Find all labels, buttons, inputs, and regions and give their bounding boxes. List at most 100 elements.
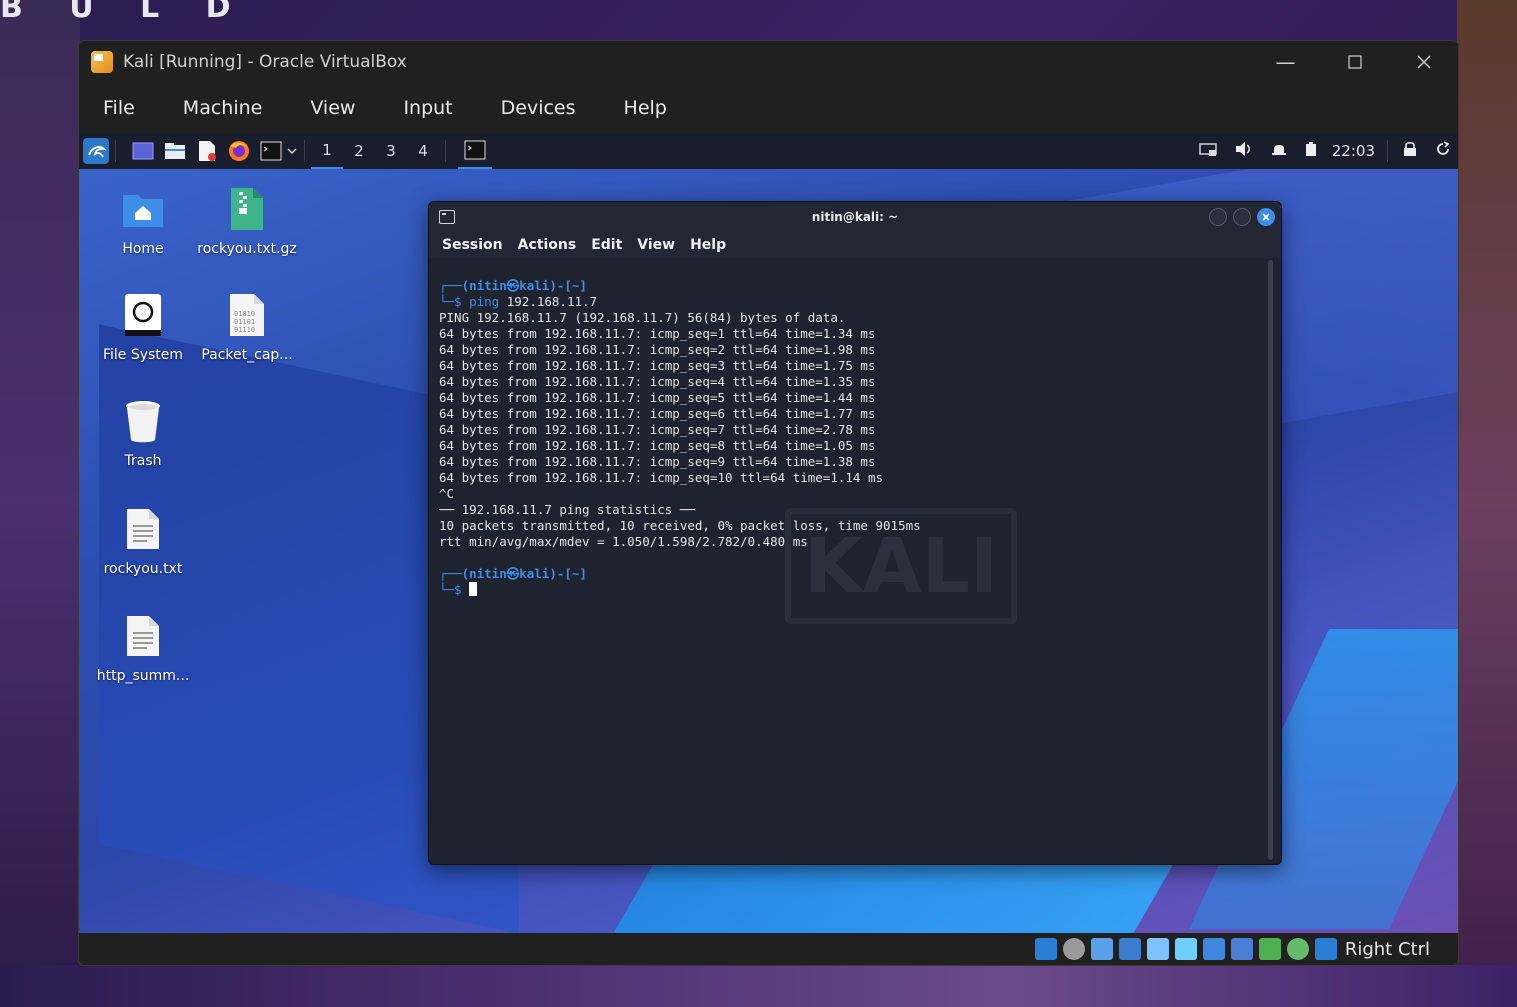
text-editor-button[interactable] (196, 140, 218, 162)
output-line: PING 192.168.11.7 (192.168.11.7) 56(84) … (439, 310, 846, 325)
svg-text:01101: 01101 (234, 318, 255, 326)
terminal-menu-session[interactable]: Session (442, 237, 503, 253)
panel-separator (1387, 140, 1388, 162)
firefox-button[interactable] (228, 140, 250, 162)
workspace-4[interactable]: 4 (407, 133, 439, 169)
output-line: 64 bytes from 192.168.11.7: icmp_seq=4 t… (439, 374, 876, 389)
display-icon[interactable] (1199, 142, 1217, 161)
terminal-menu-help[interactable]: Help (690, 237, 726, 253)
desktop-icon-rockyou-gz[interactable]: rockyou.txt.gz (192, 185, 302, 257)
terminal-window-controls (1203, 208, 1275, 226)
panel-separator (115, 140, 116, 162)
cpu-icon[interactable] (1286, 938, 1309, 960)
output-line: 64 bytes from 192.168.11.7: icmp_seq=6 t… (439, 406, 876, 421)
panel-tray: 22:03 (1190, 133, 1458, 169)
optical-drive-icon[interactable] (1062, 938, 1085, 960)
battery-icon[interactable] (1305, 141, 1317, 161)
drive-icon (119, 291, 167, 339)
desktop-icon-label: http_summ... (96, 668, 190, 684)
audio-icon[interactable] (1090, 938, 1113, 960)
menu-machine[interactable]: Machine (183, 97, 263, 119)
kali-top-panel: 1 2 3 4 22:03 (79, 133, 1458, 169)
trash-icon (119, 397, 167, 445)
display-icon[interactable] (1202, 938, 1225, 960)
kali-watermark: KALI (785, 508, 1017, 624)
folder-icon (165, 143, 185, 159)
terminal-menu-actions[interactable]: Actions (518, 237, 577, 253)
video-capture-icon[interactable] (1230, 938, 1253, 960)
text-file-icon (119, 505, 167, 553)
mouse-integration-icon[interactable] (1314, 938, 1337, 960)
prompt-user: (nitin㉿kali)-[~] (461, 278, 587, 293)
desktop-icon-label: rockyou.txt.gz (197, 241, 297, 257)
desktop-icon-label: rockyou.txt (103, 561, 183, 577)
panel-clock[interactable]: 22:03 (1332, 142, 1375, 160)
taskbar-terminal-window[interactable] (458, 133, 492, 169)
prompt-line: ┌──(nitin㉿kali)-[~] (439, 278, 587, 293)
logout-icon[interactable] (1435, 141, 1451, 161)
terminal-launcher-button[interactable] (260, 140, 282, 162)
close-button[interactable] (1389, 41, 1458, 83)
usb-icon[interactable] (1146, 938, 1169, 960)
menu-file[interactable]: File (103, 97, 135, 119)
svg-text:01110: 01110 (234, 326, 255, 334)
guest-additions-icon[interactable] (1258, 938, 1281, 960)
terminal-scrollbar[interactable] (1268, 260, 1273, 860)
output-line: ^C (439, 486, 455, 501)
desktop-icon-packet-capture[interactable]: 01010 01101 01110 Packet_cap... (192, 291, 302, 363)
binary-file-icon: 01010 01101 01110 (223, 291, 271, 339)
panel-separator (304, 140, 305, 162)
minimize-button[interactable]: — (1251, 41, 1320, 83)
terminal-title: nitin@kali: ~ (811, 210, 899, 224)
menu-view[interactable]: View (310, 97, 355, 119)
notifications-icon[interactable] (1271, 141, 1287, 161)
kali-menu-button[interactable] (83, 138, 109, 164)
desktop-icon-label: Trash (124, 453, 162, 469)
desktop-icon-home[interactable]: Home (88, 185, 198, 257)
firefox-icon (229, 141, 249, 161)
host-wallpaper-bottom (0, 965, 1517, 1007)
show-desktop-button[interactable] (132, 140, 154, 162)
vbox-menubar: File Machine View Input Devices Help (79, 83, 1458, 133)
prompt-user: (nitin㉿kali)-[~] (461, 566, 587, 581)
lock-screen-icon[interactable] (1403, 141, 1417, 161)
terminal-maximize-button[interactable] (1233, 208, 1251, 226)
desktop-icon-http-summary[interactable]: http_summ... (88, 612, 198, 684)
output-line: 64 bytes from 192.168.11.7: icmp_seq=9 t… (439, 454, 876, 469)
workspace-3[interactable]: 3 (375, 133, 407, 169)
terminal-menu-view[interactable]: View (637, 237, 675, 253)
desktop-icon-rockyou-txt[interactable]: rockyou.txt (88, 505, 198, 577)
host-wallpaper-text: B U L D (0, 0, 249, 25)
output-line: 64 bytes from 192.168.11.7: icmp_seq=1 t… (439, 326, 876, 341)
desktop-icon-label: Home (122, 241, 164, 257)
volume-icon[interactable] (1235, 141, 1253, 161)
terminal-titlebar: nitin@kali: ~ (429, 202, 1281, 232)
menu-input[interactable]: Input (403, 97, 452, 119)
output-line: 64 bytes from 192.168.11.7: icmp_seq=7 t… (439, 422, 876, 437)
output-line: 64 bytes from 192.168.11.7: icmp_seq=2 t… (439, 342, 876, 357)
svg-text:01010: 01010 (234, 310, 255, 318)
file-manager-button[interactable] (164, 140, 186, 162)
vbox-statusbar: Right Ctrl (79, 933, 1458, 965)
workspace-1[interactable]: 1 (311, 133, 343, 169)
launcher-dropdown[interactable] (286, 140, 298, 162)
shared-folders-icon[interactable] (1174, 938, 1197, 960)
command-name: ping (469, 294, 500, 309)
maximize-button[interactable] (1320, 41, 1389, 83)
workspace-2[interactable]: 2 (343, 133, 375, 169)
harddisk-icon[interactable] (1034, 938, 1057, 960)
virtualbox-app-icon (91, 51, 113, 73)
terminal-close-button[interactable] (1257, 208, 1275, 226)
desktop-icon-filesystem[interactable]: File System (88, 291, 198, 363)
desktop-icon-trash[interactable]: Trash (88, 397, 198, 469)
menu-help[interactable]: Help (624, 97, 667, 119)
terminal-menu-edit[interactable]: Edit (591, 237, 622, 253)
text-file-icon (119, 612, 167, 660)
terminal-minimize-button[interactable] (1209, 208, 1227, 226)
terminal-output[interactable]: KALI ┌──(nitin㉿kali)-[~] └─$ ping 192.16… (429, 258, 1281, 864)
maximize-icon (1347, 55, 1362, 69)
desktop-icon-label: Packet_cap... (201, 347, 293, 363)
menu-devices[interactable]: Devices (501, 97, 576, 119)
virtualbox-window: Kali [Running] - Oracle VirtualBox — Fil… (78, 40, 1459, 966)
network-icon[interactable] (1118, 938, 1141, 960)
